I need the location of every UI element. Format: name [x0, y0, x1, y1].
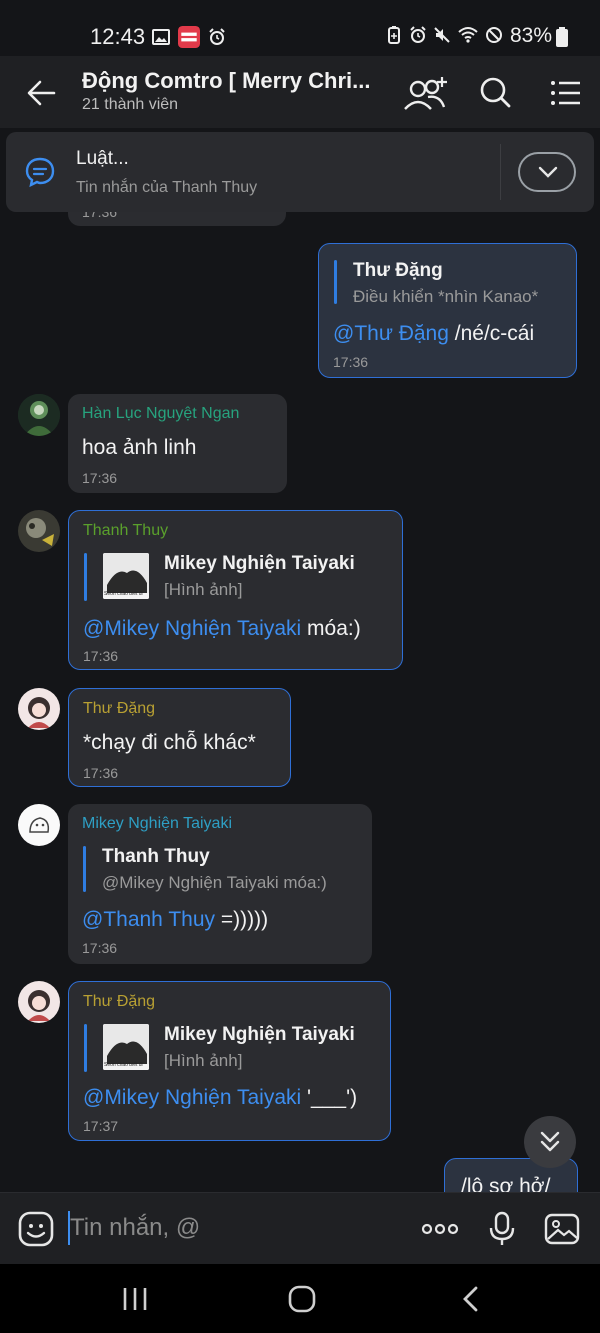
sticker-icon[interactable] [18, 1211, 54, 1247]
quote-text: Điều khiển *nhìn Kanao* [353, 287, 539, 306]
avatar[interactable] [18, 510, 60, 552]
member-count: 21 thành viên [82, 96, 179, 113]
scroll-to-bottom-button[interactable] [524, 1116, 576, 1168]
message-bubble[interactable]: Thanh Thuy Seon chào biết đi Mikey Nghiệ… [68, 510, 403, 670]
no-sim-icon [486, 27, 502, 43]
sender-name[interactable]: Thư Đặng [83, 700, 155, 718]
quote-bar [334, 260, 337, 304]
alarm-icon [209, 28, 225, 45]
sender-name[interactable]: Hàn Lục Nguyệt Ngan [82, 405, 239, 423]
message-bubble[interactable]: Mikey Nghiện Taiyaki Thanh Thuy @Mikey N… [68, 804, 372, 964]
avatar-image [18, 804, 60, 846]
quote-text: @Mikey Nghiện Taiyaki móa:) [102, 873, 327, 892]
quote-bar [84, 1024, 87, 1072]
mute-icon [434, 27, 450, 43]
quote-text: [Hình ảnh] [164, 1051, 243, 1070]
avatar-image [18, 510, 60, 552]
avatar-image [18, 394, 60, 436]
menu-list-icon[interactable] [546, 73, 586, 113]
microphone-icon[interactable] [484, 1211, 520, 1247]
group-title[interactable]: Động Comtro [ Merry Chri... [82, 68, 370, 94]
battery-percent: 83% [510, 24, 553, 47]
home-icon[interactable] [287, 1284, 317, 1314]
quote-thumbnail[interactable]: Seon chào biết đi [103, 1024, 149, 1070]
chat-bubble-icon [25, 157, 55, 188]
message-time: 17:36 [82, 940, 118, 956]
message-text: hoa ảnh linh [82, 436, 197, 459]
avatar-image [18, 688, 60, 730]
sender-name[interactable]: Thanh Thuy [83, 522, 168, 540]
quote-text: [Hình ảnh] [164, 580, 243, 599]
avatar-image [18, 981, 60, 1023]
avatar[interactable] [18, 688, 60, 730]
sender-name[interactable]: Thư Đặng [83, 993, 155, 1011]
system-nav-bar [0, 1264, 600, 1333]
quote-sender: Thư Đặng [353, 260, 443, 281]
message-input[interactable]: Tin nhắn, @ [70, 1214, 200, 1242]
pinned-title: Luật... [76, 148, 129, 169]
quote-sender: Mikey Nghiện Taiyaki [164, 553, 355, 574]
avatar[interactable] [18, 804, 60, 846]
message-time: 17:36 [82, 470, 118, 486]
back-arrow-icon[interactable] [24, 76, 58, 110]
image-picker-icon[interactable] [544, 1211, 580, 1247]
message-time: 17:36 [83, 648, 119, 664]
message-bubble[interactable]: Thư Đặng *chạy đi chỗ khác* 17:36 [68, 688, 291, 787]
message-input-bar: Tin nhắn, @ [0, 1192, 600, 1264]
pinned-subtitle: Tin nhắn của Thanh Thuy [76, 179, 258, 196]
quote-thumbnail[interactable]: Seon chào biết đi [103, 553, 149, 599]
avatar[interactable] [18, 981, 60, 1023]
message-bubble[interactable]: Thư Đặng Seon chào biết đi Mikey Nghiện … [68, 981, 391, 1141]
search-icon[interactable] [476, 73, 516, 113]
message-text: @Mikey Nghiện Taiyaki '___') [83, 1086, 358, 1109]
add-member-icon[interactable] [402, 73, 450, 113]
message-text: @Mikey Nghiện Taiyaki móa:) [83, 617, 361, 640]
message-time: 17:36 [83, 765, 119, 781]
message-text: @Thanh Thuy =))))) [82, 908, 269, 931]
mention[interactable]: @Thư Đặng [333, 322, 449, 345]
recent-apps-icon[interactable] [120, 1284, 150, 1314]
expand-pinned-button[interactable] [518, 152, 576, 192]
double-chevron-down-icon [540, 1131, 560, 1152]
pinned-message-bar[interactable]: Luật... Tin nhắn của Thanh Thuy [6, 132, 594, 212]
gallery-icon [152, 29, 170, 45]
mention[interactable]: @Thanh Thuy [82, 908, 215, 931]
avatar[interactable] [18, 394, 60, 436]
message-time: 17:37 [83, 1118, 119, 1134]
back-icon[interactable] [456, 1284, 486, 1314]
sender-name[interactable]: Mikey Nghiện Taiyaki [82, 815, 232, 833]
chat-header: Động Comtro [ Merry Chri... 21 thành viê… [0, 56, 600, 128]
more-options-icon[interactable] [420, 1211, 460, 1247]
message-text: @Thư Đặng /né/c-cái [333, 322, 535, 345]
thumbnail-caption: Seon chào biết đi [104, 591, 143, 597]
battery-icon [556, 27, 568, 47]
status-bar: 12:43 83% [0, 0, 600, 56]
quote-sender: Thanh Thuy [102, 846, 210, 867]
chevron-down-icon [538, 166, 558, 178]
quote-sender: Mikey Nghiện Taiyaki [164, 1024, 355, 1045]
quote-bar [83, 846, 86, 892]
mention[interactable]: @Mikey Nghiện Taiyaki [83, 1086, 301, 1109]
divider [500, 144, 501, 200]
outgoing-message-bubble[interactable]: Thư Đặng Điều khiển *nhìn Kanao* @Thư Đặ… [318, 243, 577, 378]
alarm-icon-2 [410, 26, 426, 43]
quote-bar [84, 553, 87, 601]
thumbnail-caption: Seon chào biết đi [104, 1062, 143, 1068]
mention[interactable]: @Mikey Nghiện Taiyaki [83, 617, 301, 640]
message-text: *chạy đi chỗ khác* [83, 731, 256, 754]
message-bubble[interactable]: Hàn Lục Nguyệt Ngan hoa ảnh linh 17:36 [68, 394, 287, 493]
battery-saver-icon [388, 26, 400, 44]
chat-screen: 12:43 83% Động Comtro [ Merry Chri... 21… [0, 0, 600, 1333]
manga-app-icon [178, 26, 200, 48]
wifi-icon [458, 27, 478, 43]
status-time: 12:43 [90, 24, 146, 49]
message-time: 17:36 [333, 354, 369, 370]
